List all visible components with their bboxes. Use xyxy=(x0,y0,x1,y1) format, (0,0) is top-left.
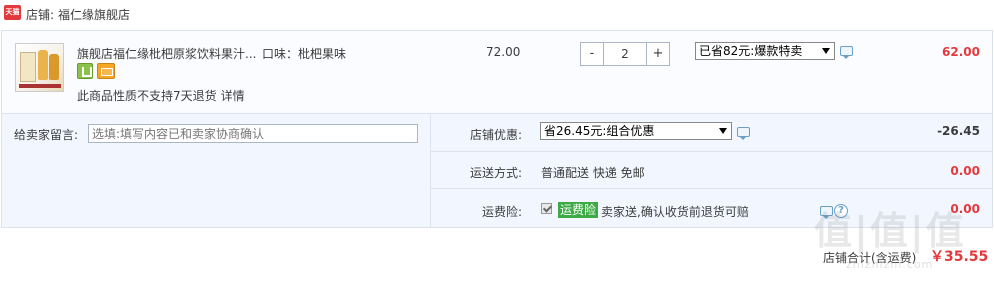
shop-discount-select[interactable]: 省26.45元:组合优惠 xyxy=(540,122,732,140)
seller-message-input[interactable] xyxy=(88,124,418,143)
shop-header: 天猫 店铺: 福仁缘旗舰店 xyxy=(0,0,994,28)
product-sku: 口味：枇杷果味 xyxy=(262,47,347,61)
watermark-logo: 值|值|值 xyxy=(814,209,966,253)
quantity-stepper: - + xyxy=(580,42,670,66)
watermark-text: zhizhizhi.com xyxy=(846,258,934,271)
promo-info-chat-icon[interactable] xyxy=(840,46,853,59)
thumbnail-bottle-graphic xyxy=(49,54,59,80)
shop-discount-selected: 省26.45元:组合优惠 xyxy=(544,124,655,138)
thumbnail-label-graphic xyxy=(19,84,61,88)
quantity-input[interactable] xyxy=(603,43,647,65)
dropdown-arrow-icon xyxy=(719,128,727,134)
shipping-cost: 0.00 xyxy=(950,164,980,178)
item-row: 旗舰店福仁缘枇杷原浆饮料果汁... 口味：枇杷果味 此商品性质不支持7天退货 详情… xyxy=(1,30,993,113)
row-divider xyxy=(431,151,993,152)
tmall-badge: 天猫 xyxy=(4,5,21,20)
quantity-decrease-button[interactable]: - xyxy=(581,43,603,65)
item-promo-selected: 已省82元:爆款特卖 xyxy=(699,44,803,58)
thumbnail-box-graphic xyxy=(20,52,36,82)
dropdown-arrow-icon xyxy=(822,48,830,54)
thumbnail-bottle-graphic xyxy=(38,50,48,80)
product-thumbnail[interactable] xyxy=(15,43,64,92)
unit-price: 72.00 xyxy=(486,45,521,59)
credit-card-badge-icon[interactable] xyxy=(97,63,115,79)
panel-divider xyxy=(430,114,431,227)
insurance-description: 卖家送,确认收货前退货可赔 xyxy=(601,205,749,219)
insurance-checkbox[interactable] xyxy=(541,203,552,214)
shop-discount-value: -26.45 xyxy=(937,124,980,138)
discount-info-chat-icon[interactable] xyxy=(737,127,750,140)
insurance-label: 运费险: xyxy=(481,205,522,219)
shipping-method: 普通配送 快递 免邮 xyxy=(541,166,645,180)
no-return-text: 此商品性质不支持7天退货 xyxy=(77,89,217,103)
quantity-increase-button[interactable]: + xyxy=(647,43,669,65)
shipping-label: 运送方式: xyxy=(469,166,522,180)
item-promo-select[interactable]: 已省82元:爆款特卖 xyxy=(695,42,835,60)
shop-label: 店铺: xyxy=(26,8,55,22)
item-subtotal: 62.00 xyxy=(942,45,980,59)
shop-discount-label: 店铺优惠: xyxy=(469,128,522,142)
no-return-details-link[interactable]: 详情 xyxy=(221,89,245,103)
product-title-link[interactable]: 旗舰店福仁缘枇杷原浆饮料果汁... xyxy=(77,45,256,62)
guarantee-badge-icon[interactable] xyxy=(77,63,93,79)
insurance-tag: 运费险 xyxy=(558,202,599,218)
row-divider xyxy=(431,188,993,189)
message-label: 给卖家留言: xyxy=(14,128,79,142)
shop-name-link[interactable]: 福仁缘旗舰店 xyxy=(58,6,130,23)
no-return-notice: 此商品性质不支持7天退货 详情 xyxy=(77,87,245,104)
